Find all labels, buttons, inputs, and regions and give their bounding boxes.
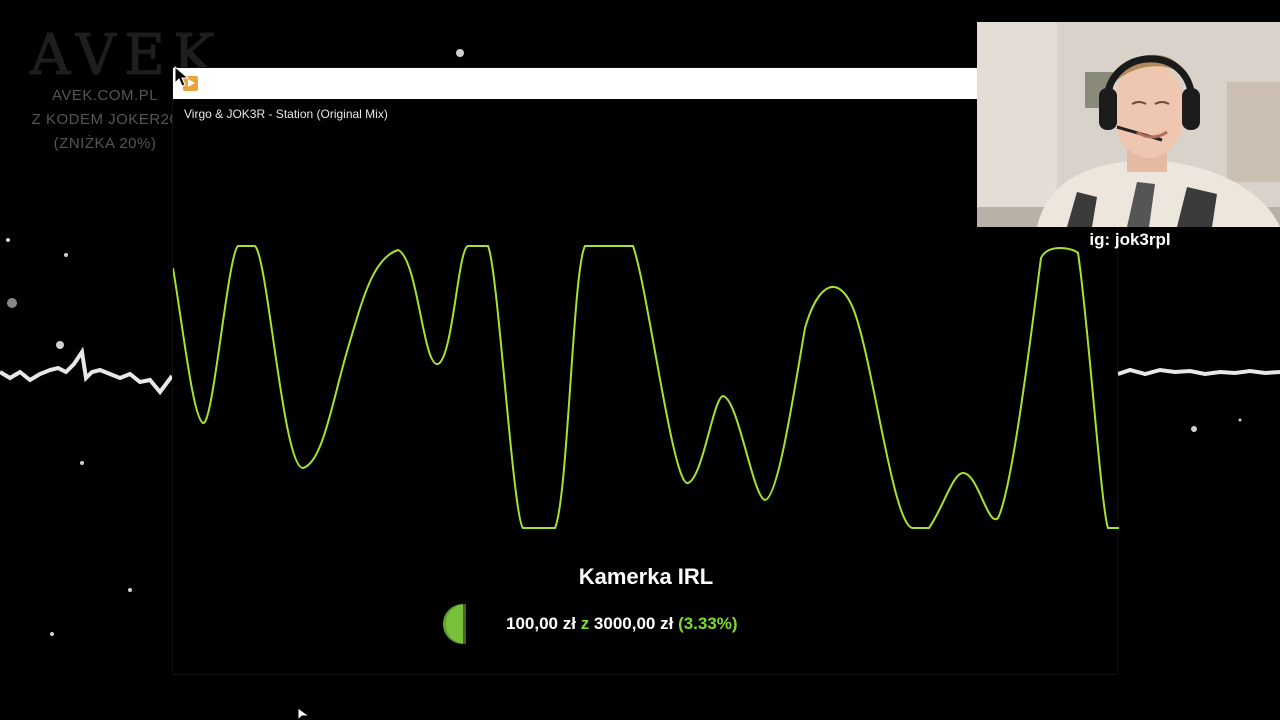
sponsor-discount: (ZNIŻKA 20%): [53, 135, 157, 152]
goal-progress-row: 100,00 zł z 3000,00 zł (3.33%): [443, 604, 863, 644]
mouse-cursor-icon: [174, 66, 190, 87]
goal-target-amount: 3000,00 zł: [593, 614, 674, 633]
sponsor-site: AVEK.COM.PL: [51, 87, 159, 104]
left-waveform: [0, 346, 174, 396]
donation-goal: Kamerka IRL 100,00 zł z 3000,00 zł (3.33…: [173, 564, 1119, 644]
webcam-caption: ig: jok3rpl: [1089, 230, 1171, 249]
webcam-feed: [977, 22, 1280, 227]
goal-amounts: 100,00 zł z 3000,00 zł (3.33%): [506, 614, 738, 634]
sponsor-watermark: AVEK AVEK.COM.PL Z KODEM JOKER20 (ZNIŻKA…: [30, 23, 223, 156]
right-waveform: [1117, 367, 1280, 377]
sponsor-code: Z KODEM JOKER20: [31, 111, 179, 128]
pointer-cursor-icon: [297, 707, 311, 720]
webcam-image: [977, 22, 1280, 227]
goal-percent: (3.33%): [678, 614, 738, 633]
goal-title: Kamerka IRL: [578, 564, 714, 589]
sponsor-logo: AVEK: [30, 23, 223, 88]
goal-progress-pie: [443, 604, 466, 644]
goal-separator: z: [580, 614, 590, 633]
goal-current-amount: 100,00 zł: [506, 614, 576, 633]
